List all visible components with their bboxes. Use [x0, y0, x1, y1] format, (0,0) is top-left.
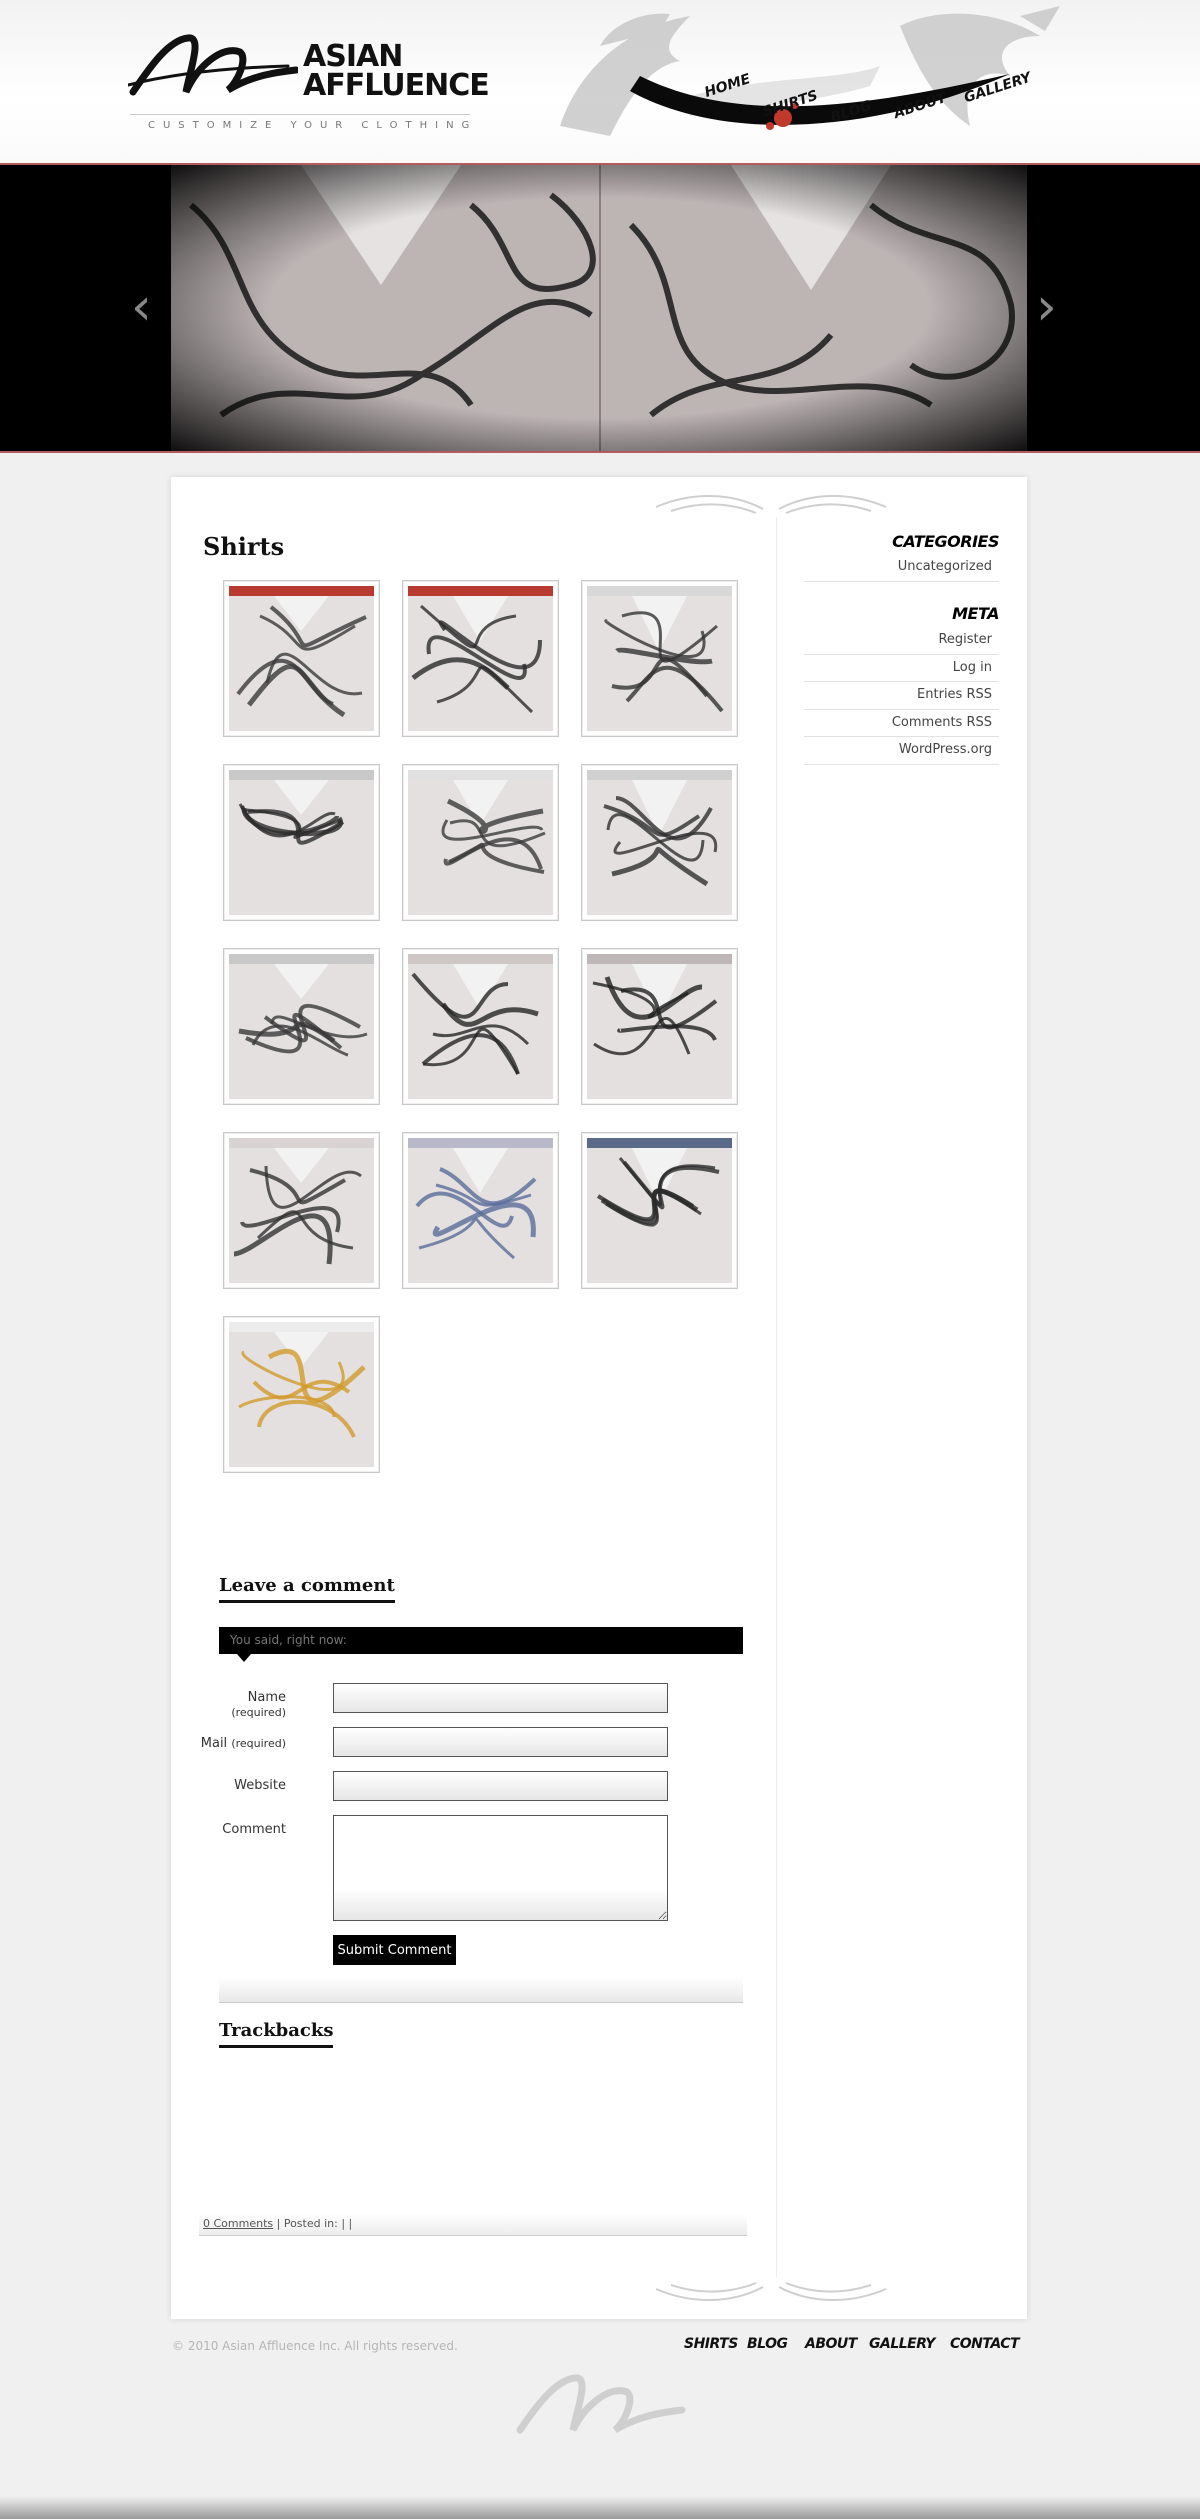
trackbacks-heading: Trackbacks [219, 2020, 334, 2048]
footer-nav-blog[interactable]: BLOG [747, 2336, 788, 2352]
name-required-note: (required) [231, 1706, 286, 1719]
shirt-thumbnail[interactable] [223, 764, 380, 921]
category-link[interactable]: Uncategorized [804, 554, 999, 582]
mail-field[interactable] [333, 1727, 668, 1757]
meta-list: Register Log in Entries RSS Comments RSS… [804, 627, 999, 765]
nav-shirts[interactable]: SHIRTS [761, 88, 820, 121]
shirt-photo [587, 954, 732, 1099]
comment-preview-text: You said, right now: [230, 1633, 347, 1647]
categories-heading: CATEGORIES [892, 532, 999, 551]
shirt-photo [408, 586, 553, 731]
nav-blog[interactable]: BLOG [829, 98, 874, 126]
comments-count-link[interactable]: 0 Comments [203, 2217, 273, 2230]
shirt-thumbnail[interactable] [402, 1132, 559, 1289]
website-label: Website [234, 1778, 286, 1793]
column-divider [776, 517, 777, 2277]
shirt-photo [408, 954, 553, 1099]
comment-label: Comment [222, 1822, 286, 1837]
shirt-photo [229, 586, 374, 731]
meta-register-link[interactable]: Register [804, 627, 999, 655]
footer-logo-icon [516, 2374, 686, 2434]
mail-label: Mail (required) [186, 1736, 286, 1751]
comment-textarea[interactable] [333, 1815, 668, 1921]
shirt-photo [229, 1322, 374, 1467]
shirt-thumbnail[interactable] [402, 580, 559, 737]
comment-preview-bar: You said, right now: [219, 1627, 743, 1662]
shirt-photo [587, 1138, 732, 1283]
shirt-photo [408, 770, 553, 915]
page-bottom-bar [0, 2496, 1200, 2519]
name-label-text: Name [247, 1690, 286, 1705]
page-title: Shirts [203, 532, 285, 561]
comment-form-footer [219, 1977, 743, 2003]
nav-home[interactable]: HOME [703, 71, 753, 101]
shirt-thumbnail[interactable] [223, 1132, 380, 1289]
footer-nav-gallery[interactable]: GALLERY [869, 2336, 935, 2352]
shirt-thumbnail[interactable] [581, 764, 738, 921]
shirt-thumbnail[interactable] [223, 948, 380, 1105]
shirt-thumbnail[interactable] [223, 580, 380, 737]
post-meta-bar: 0 Comments | Posted in: | | [199, 2214, 747, 2236]
shirt-thumbnail[interactable] [402, 764, 559, 921]
site-header: ASIAN AFFLUENCE CUSTOMIZE YOUR CLOTHING … [0, 0, 1200, 163]
meta-login-link[interactable]: Log in [804, 655, 999, 682]
ornament-bottom-icon [655, 2282, 887, 2301]
meta-heading: META [952, 604, 999, 623]
slider-prev-arrow[interactable]: ‹ [131, 277, 152, 337]
submit-comment-button[interactable]: Submit Comment [333, 1935, 456, 1965]
leave-comment-heading: Leave a comment [219, 1575, 395, 1603]
categories-list: Uncategorized [804, 554, 999, 582]
shirt-thumbnail[interactable] [402, 948, 559, 1105]
name-label: Name (required) [186, 1690, 286, 1720]
footer-nav-contact[interactable]: CONTACT [950, 2336, 1020, 2352]
mail-required-note: (required) [231, 1737, 286, 1750]
shirt-photo [587, 586, 732, 731]
posted-in-text: | Posted in: | | [276, 2217, 353, 2230]
slider-next-arrow[interactable]: › [1036, 277, 1057, 337]
shirt-photo [408, 1138, 553, 1283]
footer-nav-shirts[interactable]: SHIRTS [684, 2336, 738, 2352]
preview-pointer-icon [237, 1654, 251, 1662]
nav-gallery[interactable]: GALLERY [962, 70, 1033, 107]
main-nav: HOME SHIRTS BLOG ABOUT GALLERY [0, 0, 1200, 160]
shirt-photo [229, 770, 374, 915]
shirt-thumbnail[interactable] [581, 948, 738, 1105]
shirt-thumbnail[interactable] [223, 1316, 380, 1473]
mail-label-text: Mail [200, 1736, 228, 1751]
name-field[interactable] [333, 1683, 668, 1713]
website-field[interactable] [333, 1771, 668, 1801]
ornament-top-icon [655, 495, 887, 514]
meta-wordpress-link[interactable]: WordPress.org [804, 737, 999, 765]
image-slider: ‹ › [0, 163, 1200, 453]
slider-image [171, 165, 1027, 451]
nav-about[interactable]: ABOUT [892, 90, 949, 122]
shirt-photo [229, 954, 374, 1099]
meta-entries-rss-link[interactable]: Entries RSS [804, 682, 999, 710]
content-box: Shirts Leave a comment You said, right n… [171, 477, 1027, 2319]
shirt-thumbnail[interactable] [581, 580, 738, 737]
shirt-photo [229, 1138, 374, 1283]
copyright-text: © 2010 Asian Affluence Inc. All rights r… [172, 2339, 458, 2353]
shirt-thumbnail[interactable] [581, 1132, 738, 1289]
footer-nav-about[interactable]: ABOUT [805, 2336, 857, 2352]
shirt-photo [587, 770, 732, 915]
meta-comments-rss-link[interactable]: Comments RSS [804, 710, 999, 737]
